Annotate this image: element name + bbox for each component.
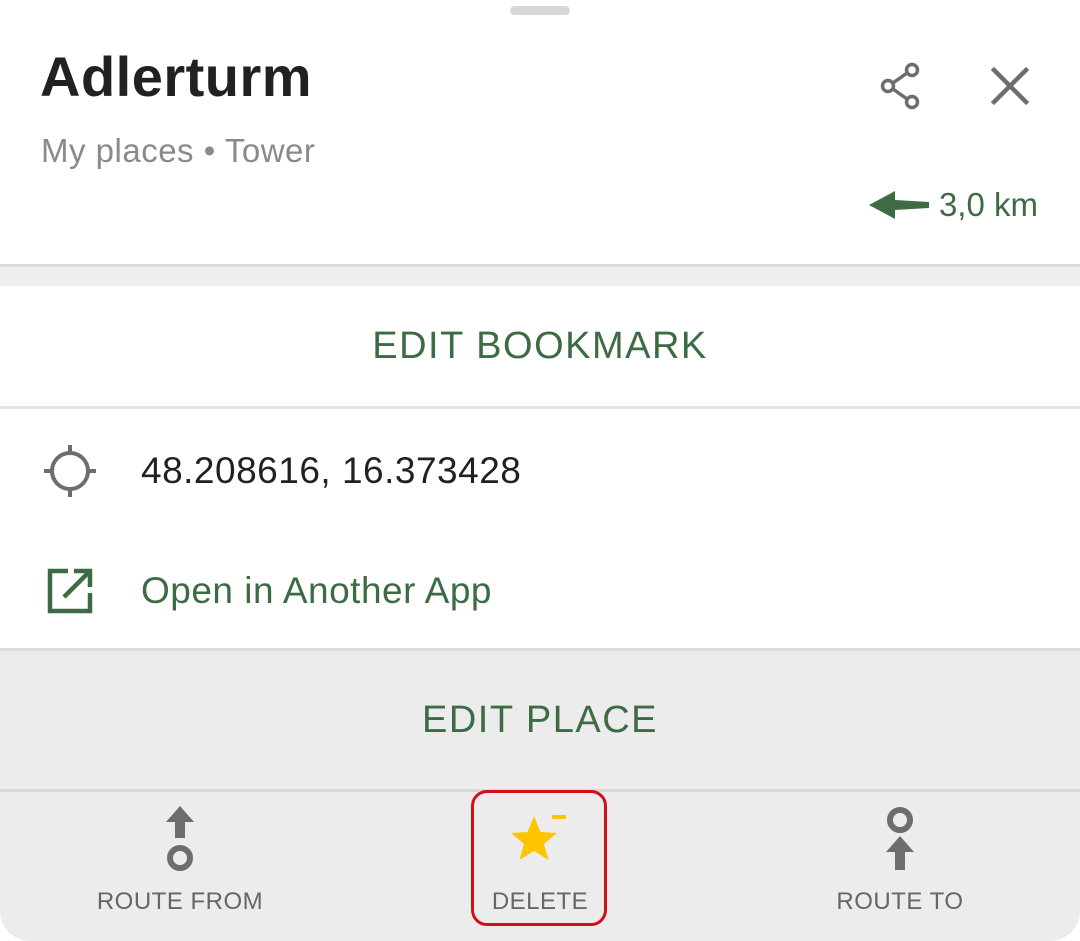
coordinates-row[interactable]: 48.208616, 16.373428 [0,416,1080,526]
divider [0,406,1080,409]
route-from-button[interactable]: ROUTE FROM [30,792,330,932]
arrow-left-icon [868,191,929,219]
route-to-icon [886,807,914,870]
route-to-button[interactable]: ROUTE TO [750,792,1050,932]
delete-highlight-box [471,790,607,926]
route-from-label: ROUTE FROM [96,888,264,915]
close-button[interactable] [978,54,1042,118]
route-to-label: ROUTE TO [836,888,964,915]
external-link-icon [47,568,93,614]
coordinates-text: 48.208616, 16.373428 [141,450,522,491]
close-icon [990,66,1030,106]
open-in-another-app-text: Open in Another App [141,570,492,611]
place-title: Adlerturm [40,45,313,108]
share-button[interactable] [868,54,932,118]
crosshair-icon [44,445,96,497]
header-divider [0,264,1080,286]
distance-text: 3,0 km [938,186,1038,223]
edit-bookmark-button[interactable]: EDIT BOOKMARK [0,286,1080,406]
edit-place-button[interactable]: EDIT PLACE [0,651,1080,789]
route-from-icon [166,806,194,871]
drag-handle[interactable] [510,6,570,15]
share-icon [880,62,920,110]
place-subtitle: My places • Tower [41,132,316,169]
distance-indicator: 3,0 km [867,186,1038,224]
open-in-another-app-row[interactable]: Open in Another App [0,536,1080,646]
